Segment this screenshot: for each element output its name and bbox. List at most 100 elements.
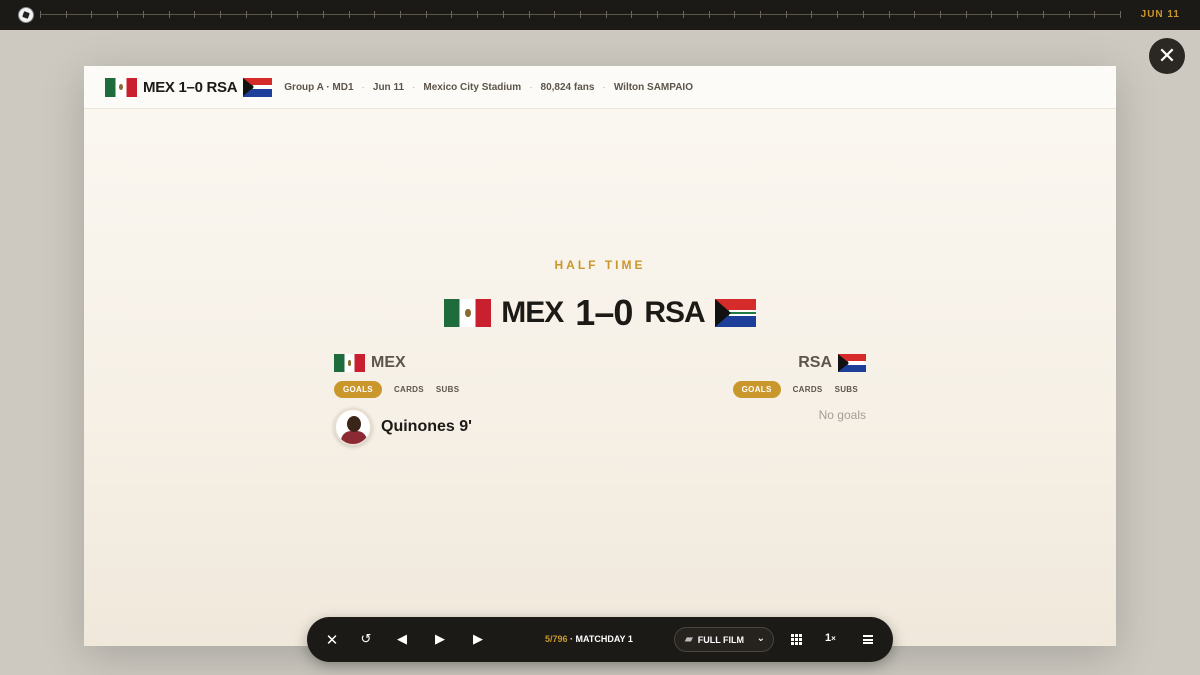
progress-count: 5/796 xyxy=(545,634,568,644)
speed-suffix: × xyxy=(831,634,836,643)
tab-goals[interactable]: GOALS xyxy=(732,381,781,398)
south-africa-flag-icon xyxy=(838,354,866,372)
timeline-tick xyxy=(271,11,272,18)
match-header: MEX 1–0 RSA Group A · MD1 · Jun 11 · Mex… xyxy=(84,66,1116,109)
timeline-tick xyxy=(117,11,118,18)
home-team-code: MEX xyxy=(501,296,564,329)
scorer-name: Quinones 9' xyxy=(381,418,472,435)
home-team-line: MEX xyxy=(334,352,574,374)
mexico-flag-icon xyxy=(444,299,492,327)
timeline-tick xyxy=(426,11,427,18)
timeline-tick xyxy=(940,11,941,18)
replay-button[interactable]: ↺ xyxy=(356,630,376,650)
menu-icon[interactable] xyxy=(863,635,873,644)
header-away-code: RSA xyxy=(206,78,238,96)
timeline-tick xyxy=(323,11,324,18)
scoreline: MEX 1–0 RSA xyxy=(84,292,1116,334)
match-stadium: Mexico City Stadium xyxy=(423,81,522,93)
tab-subs[interactable]: SUBS xyxy=(436,381,459,398)
header-score-value: 1–0 xyxy=(178,78,203,96)
timeline-tick xyxy=(220,11,221,18)
soccer-ball-icon[interactable] xyxy=(18,7,34,23)
play-icon: ▶ xyxy=(435,632,445,647)
tab-subs[interactable]: SUBS xyxy=(835,381,858,398)
timeline-tick xyxy=(683,11,684,18)
timeline-tick xyxy=(657,11,658,18)
separator: · xyxy=(529,81,533,93)
timeline-tick xyxy=(194,11,195,18)
away-team-code: RSA xyxy=(644,296,705,329)
timeline-tick xyxy=(374,11,375,18)
timeline-tick xyxy=(1094,11,1095,18)
grid-icon[interactable] xyxy=(791,634,802,645)
timeline-tick xyxy=(709,11,710,18)
timeline-tick xyxy=(554,11,555,18)
chevron-down-icon: ⌄ xyxy=(756,633,765,644)
match-attendance: 80,824 fans xyxy=(540,81,595,93)
view-mode-label: FULL FILM xyxy=(697,634,745,645)
next-button[interactable]: ▶ xyxy=(468,630,488,650)
timeline-tick xyxy=(606,11,607,18)
header-score: MEX 1–0 RSA xyxy=(143,78,238,96)
next-icon: ▶ xyxy=(473,632,483,647)
player-avatar xyxy=(334,408,372,446)
timeline-tick xyxy=(297,11,298,18)
play-button[interactable]: ▶ xyxy=(430,630,450,650)
separator: · xyxy=(602,81,606,93)
mexico-flag-icon xyxy=(334,354,365,372)
timeline-tick xyxy=(631,11,632,18)
tab-cards[interactable]: CARDS xyxy=(793,381,823,398)
timeline-tick xyxy=(734,11,735,18)
timeline-tick xyxy=(1069,11,1070,18)
timeline-tick xyxy=(1043,11,1044,18)
timeline-tick xyxy=(529,11,530,18)
timeline-tick xyxy=(91,11,92,18)
south-africa-flag-icon xyxy=(714,299,756,327)
match-group: Group A · MD1 xyxy=(284,81,354,93)
match-date: Jun 11 xyxy=(372,81,405,93)
close-overlay-button[interactable]: ✕ xyxy=(1149,38,1185,74)
timeline-tick xyxy=(760,11,761,18)
timeline-tick xyxy=(863,11,864,18)
timeline-tick xyxy=(451,11,452,18)
tab-cards[interactable]: CARDS xyxy=(394,381,424,398)
timeline-tick xyxy=(143,11,144,18)
timeline-bar: JUN 11 xyxy=(0,0,1200,30)
timeline-track[interactable] xyxy=(40,11,1121,18)
home-events-panel: MEX GOALS CARDS SUBS Quinones 9' xyxy=(334,352,574,446)
match-status: HALF TIME xyxy=(554,258,646,272)
timeline-tick xyxy=(811,11,812,18)
timeline-tick xyxy=(1120,11,1121,18)
timeline-tick xyxy=(477,11,478,18)
home-event-tabs: GOALS CARDS SUBS xyxy=(334,381,574,398)
match-card: MEX 1–0 RSA Group A · MD1 · Jun 11 · Mex… xyxy=(84,66,1116,646)
timeline-tick xyxy=(914,11,915,18)
timeline-tick xyxy=(991,11,992,18)
close-icon: ✕ xyxy=(1157,43,1177,69)
timeline-tick xyxy=(1017,11,1018,18)
mexico-flag-icon xyxy=(105,77,137,97)
timeline-tick xyxy=(580,11,581,18)
previous-button[interactable]: ◀ xyxy=(392,630,412,650)
replay-icon: ↺ xyxy=(360,632,372,647)
timeline-date: JUN 11 xyxy=(1140,9,1180,20)
view-mode-select[interactable]: ▰ FULL FILM ⌄ xyxy=(674,627,774,652)
speed-button[interactable]: 1× xyxy=(825,632,836,644)
away-events-panel: RSA GOALS CARDS SUBS No goals xyxy=(626,352,866,422)
timeline-tick xyxy=(66,11,67,18)
timeline-tick xyxy=(889,11,890,18)
prev-icon: ◀ xyxy=(397,632,407,647)
progress-readout: 5/796 · MATCHDAY 1 xyxy=(545,634,633,644)
match-referee: Wilton SAMPAIO xyxy=(613,81,693,93)
close-icon: ✕ xyxy=(325,631,339,649)
timeline-tick xyxy=(837,11,838,18)
timeline-tick xyxy=(400,11,401,18)
goal-scorer-item: Quinones 9' xyxy=(334,408,574,446)
timeline-tick xyxy=(786,11,787,18)
away-event-tabs: GOALS CARDS SUBS xyxy=(626,381,866,398)
close-button[interactable]: ✕ xyxy=(322,630,342,650)
separator: · xyxy=(412,81,416,93)
timeline-tick xyxy=(40,11,41,18)
playback-controls: ✕ ↺ ◀ ▶ ▶ 5/796 · MATCHDAY 1 ▰ FULL FILM… xyxy=(307,617,893,662)
tab-goals[interactable]: GOALS xyxy=(334,381,382,398)
